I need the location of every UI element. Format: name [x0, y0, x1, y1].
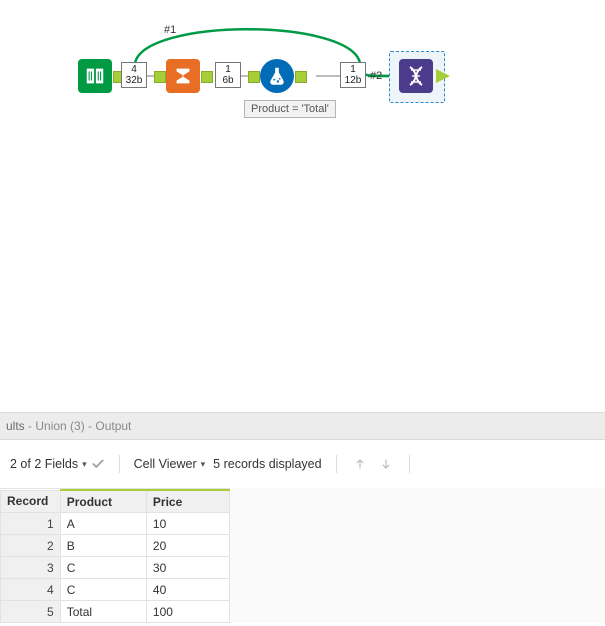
toolbar-separator	[409, 455, 410, 473]
col-product[interactable]: Product	[60, 490, 146, 513]
sigma-icon	[172, 65, 194, 87]
col-record[interactable]: Record	[1, 490, 61, 513]
tag2-bytes: 6b	[219, 75, 237, 86]
results-panel: ults - Union (3) - Output 2 of 2 Fields …	[0, 412, 605, 623]
cell-record: 5	[1, 601, 61, 623]
formula-tool[interactable]	[260, 59, 294, 93]
next-record-button[interactable]	[377, 455, 395, 473]
book-icon	[84, 65, 106, 87]
results-toolbar: 2 of 2 Fields ▾ Cell Viewer ▾ 5 records …	[0, 440, 605, 488]
anchor-in[interactable]	[154, 71, 166, 83]
flask-icon	[266, 65, 288, 87]
connection-label-2: #2	[370, 70, 382, 82]
table-row[interactable]: 3 C 30	[1, 557, 230, 579]
tag1-bytes: 32b	[125, 75, 143, 86]
results-title-suffix: - Union (3) - Output	[25, 419, 132, 433]
results-header: ults - Union (3) - Output	[0, 413, 605, 440]
table-row[interactable]: 2 B 20	[1, 535, 230, 557]
results-title-prefix: ults	[6, 419, 25, 433]
grid-header-row: Record Product Price	[1, 490, 230, 513]
dna-icon	[404, 64, 428, 88]
tag1-count: 4	[125, 64, 143, 75]
cell-viewer-dropdown[interactable]: Cell Viewer ▾	[134, 457, 206, 471]
cell-product: C	[60, 579, 146, 601]
field-info-tag-2[interactable]: 1 6b	[215, 62, 241, 88]
tag2-count: 1	[219, 64, 237, 75]
cell-price: 100	[146, 601, 229, 623]
tag3-bytes: 12b	[344, 75, 362, 86]
fields-dropdown[interactable]: 2 of 2 Fields ▾	[10, 457, 105, 471]
toolbar-separator	[119, 455, 120, 473]
cell-product: A	[60, 513, 146, 535]
cell-viewer-label: Cell Viewer	[134, 457, 197, 471]
fields-label: 2 of 2 Fields	[10, 457, 78, 471]
cell-product: Total	[60, 601, 146, 623]
cell-price: 30	[146, 557, 229, 579]
anchor-in[interactable]	[248, 71, 260, 83]
arrow-up-icon	[353, 457, 367, 471]
cell-price: 10	[146, 513, 229, 535]
summarize-tool[interactable]	[166, 59, 200, 93]
cell-record: 1	[1, 513, 61, 535]
cell-product: C	[60, 557, 146, 579]
prev-record-button[interactable]	[351, 455, 369, 473]
cell-price: 40	[146, 579, 229, 601]
cell-record: 3	[1, 557, 61, 579]
workflow-canvas[interactable]: #1 #2 4 32b 1 6b	[0, 0, 605, 410]
text-input-tool[interactable]	[78, 59, 112, 93]
field-info-tag-3[interactable]: 1 12b	[340, 62, 366, 88]
chevron-down-icon: ▾	[201, 459, 206, 470]
cell-record: 4	[1, 579, 61, 601]
anchor-out[interactable]	[295, 71, 307, 83]
table-row[interactable]: 4 C 40	[1, 579, 230, 601]
formula-annotation[interactable]: Product = 'Total'	[244, 100, 336, 118]
anchor-out[interactable]	[201, 71, 213, 83]
table-row[interactable]: 1 A 10	[1, 513, 230, 535]
table-row[interactable]: 5 Total 100	[1, 601, 230, 623]
field-info-tag-1[interactable]: 4 32b	[121, 62, 147, 88]
records-displayed-label: 5 records displayed	[213, 457, 321, 471]
connection-label-1: #1	[164, 24, 176, 36]
cell-product: B	[60, 535, 146, 557]
union-tool[interactable]	[399, 59, 433, 93]
results-grid[interactable]: Record Product Price 1 A 10 2 B 20 3	[0, 488, 230, 623]
cell-record: 2	[1, 535, 61, 557]
arrow-down-icon	[379, 457, 393, 471]
tag3-count: 1	[344, 64, 362, 75]
records-label-text: 5 records displayed	[213, 457, 321, 471]
col-price[interactable]: Price	[146, 490, 229, 513]
toolbar-separator	[336, 455, 337, 473]
chevron-down-icon: ▾	[82, 459, 87, 470]
cell-price: 20	[146, 535, 229, 557]
check-icon	[91, 457, 105, 471]
